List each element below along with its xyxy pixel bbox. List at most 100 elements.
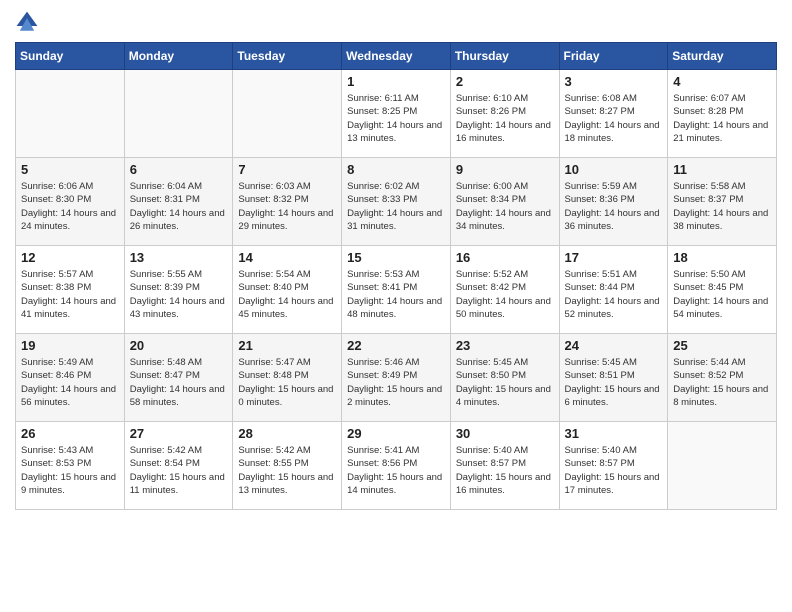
day-info: Sunrise: 5:50 AMSunset: 8:45 PMDaylight:… (673, 268, 771, 321)
weekday-header-monday: Monday (124, 43, 233, 70)
calendar-cell: 28 Sunrise: 5:42 AMSunset: 8:55 PMDayligh… (233, 422, 342, 510)
calendar-cell: 30 Sunrise: 5:40 AMSunset: 8:57 PMDayligh… (450, 422, 559, 510)
calendar-cell: 16 Sunrise: 5:52 AMSunset: 8:42 PMDayligh… (450, 246, 559, 334)
day-info: Sunrise: 5:45 AMSunset: 8:51 PMDaylight:… (565, 356, 663, 409)
calendar-cell: 3Sunrise: 6:08 AMSunset: 8:27 PMDaylight… (559, 70, 668, 158)
day-number: 1 (347, 74, 445, 89)
day-info: Sunrise: 5:44 AMSunset: 8:52 PMDaylight:… (673, 356, 771, 409)
day-info: Sunrise: 5:41 AMSunset: 8:56 PMDaylight:… (347, 444, 445, 497)
calendar-cell: 27 Sunrise: 5:42 AMSunset: 8:54 PMDayligh… (124, 422, 233, 510)
day-number: 4 (673, 74, 771, 89)
calendar-table: SundayMondayTuesdayWednesdayThursdayFrid… (15, 42, 777, 510)
calendar-cell: 9 Sunrise: 6:00 AMSunset: 8:34 PMDaylight… (450, 158, 559, 246)
day-info: Sunrise: 5:40 AMSunset: 8:57 PMDaylight:… (456, 444, 554, 497)
day-number: 11 (673, 162, 771, 177)
day-info: Sunrise: 5:47 AMSunset: 8:48 PMDaylight:… (238, 356, 336, 409)
day-info: Sunrise: 6:10 AMSunset: 8:26 PMDaylight:… (456, 92, 554, 145)
calendar-cell: 18 Sunrise: 5:50 AMSunset: 8:45 PMDayligh… (668, 246, 777, 334)
calendar-cell (233, 70, 342, 158)
calendar-cell: 5Sunrise: 6:06 AMSunset: 8:30 PMDaylight… (16, 158, 125, 246)
calendar-cell: 1 Sunrise: 6:11 AMSunset: 8:25 PMDaylight… (342, 70, 451, 158)
day-number: 12 (21, 250, 119, 265)
calendar-cell: 14 Sunrise: 5:54 AMSunset: 8:40 PMDayligh… (233, 246, 342, 334)
day-number: 14 (238, 250, 336, 265)
day-number: 8 (347, 162, 445, 177)
calendar-cell: 21 Sunrise: 5:47 AMSunset: 8:48 PMDayligh… (233, 334, 342, 422)
day-number: 27 (130, 426, 228, 441)
day-number: 9 (456, 162, 554, 177)
day-info: Sunrise: 5:40 AMSunset: 8:57 PMDaylight:… (565, 444, 663, 497)
calendar-cell: 20 Sunrise: 5:48 AMSunset: 8:47 PMDayligh… (124, 334, 233, 422)
day-info: Sunrise: 6:02 AMSunset: 8:33 PMDaylight:… (347, 180, 445, 233)
calendar-cell (124, 70, 233, 158)
day-number: 18 (673, 250, 771, 265)
calendar-cell: 13Sunrise: 5:55 AMSunset: 8:39 PMDayligh… (124, 246, 233, 334)
day-number: 16 (456, 250, 554, 265)
calendar-week-row: 12 Sunrise: 5:57 AMSunset: 8:38 PMDayligh… (16, 246, 777, 334)
day-number: 20 (130, 338, 228, 353)
calendar-cell: 12 Sunrise: 5:57 AMSunset: 8:38 PMDayligh… (16, 246, 125, 334)
day-info: Sunrise: 5:49 AMSunset: 8:46 PMDaylight:… (21, 356, 119, 409)
day-info: Sunrise: 5:46 AMSunset: 8:49 PMDaylight:… (347, 356, 445, 409)
day-number: 7 (238, 162, 336, 177)
day-info: Sunrise: 5:42 AMSunset: 8:55 PMDaylight:… (238, 444, 336, 497)
day-info: Sunrise: 5:48 AMSunset: 8:47 PMDaylight:… (130, 356, 228, 409)
calendar-week-row: 26 Sunrise: 5:43 AMSunset: 8:53 PMDayligh… (16, 422, 777, 510)
day-info: Sunrise: 6:11 AMSunset: 8:25 PMDaylight:… (347, 92, 445, 145)
day-info: Sunrise: 6:07 AMSunset: 8:28 PMDaylight:… (673, 92, 771, 145)
day-number: 30 (456, 426, 554, 441)
weekday-header-row: SundayMondayTuesdayWednesdayThursdayFrid… (16, 43, 777, 70)
day-info: Sunrise: 5:54 AMSunset: 8:40 PMDaylight:… (238, 268, 336, 321)
weekday-header-tuesday: Tuesday (233, 43, 342, 70)
day-info: Sunrise: 6:00 AMSunset: 8:34 PMDaylight:… (456, 180, 554, 233)
day-number: 26 (21, 426, 119, 441)
day-info: Sunrise: 5:43 AMSunset: 8:53 PMDaylight:… (21, 444, 119, 497)
day-number: 21 (238, 338, 336, 353)
weekday-header-saturday: Saturday (668, 43, 777, 70)
day-info: Sunrise: 5:57 AMSunset: 8:38 PMDaylight:… (21, 268, 119, 321)
day-info: Sunrise: 5:42 AMSunset: 8:54 PMDaylight:… (130, 444, 228, 497)
calendar-cell (668, 422, 777, 510)
logo-icon (15, 10, 39, 34)
page-header (15, 10, 777, 34)
day-number: 19 (21, 338, 119, 353)
logo (15, 10, 43, 34)
calendar-cell: 4 Sunrise: 6:07 AMSunset: 8:28 PMDaylight… (668, 70, 777, 158)
day-number: 13 (130, 250, 228, 265)
day-info: Sunrise: 6:03 AMSunset: 8:32 PMDaylight:… (238, 180, 336, 233)
day-number: 23 (456, 338, 554, 353)
calendar-cell: 22 Sunrise: 5:46 AMSunset: 8:49 PMDayligh… (342, 334, 451, 422)
day-number: 25 (673, 338, 771, 353)
calendar-cell: 7 Sunrise: 6:03 AMSunset: 8:32 PMDaylight… (233, 158, 342, 246)
day-number: 17 (565, 250, 663, 265)
day-number: 24 (565, 338, 663, 353)
calendar-cell: 29Sunrise: 5:41 AMSunset: 8:56 PMDayligh… (342, 422, 451, 510)
day-number: 28 (238, 426, 336, 441)
day-info: Sunrise: 6:08 AMSunset: 8:27 PMDaylight:… (565, 92, 663, 145)
calendar-cell: 24 Sunrise: 5:45 AMSunset: 8:51 PMDayligh… (559, 334, 668, 422)
day-number: 31 (565, 426, 663, 441)
calendar-cell: 17Sunrise: 5:51 AMSunset: 8:44 PMDayligh… (559, 246, 668, 334)
day-info: Sunrise: 5:53 AMSunset: 8:41 PMDaylight:… (347, 268, 445, 321)
day-info: Sunrise: 5:58 AMSunset: 8:37 PMDaylight:… (673, 180, 771, 233)
day-number: 10 (565, 162, 663, 177)
weekday-header-sunday: Sunday (16, 43, 125, 70)
calendar-cell: 26 Sunrise: 5:43 AMSunset: 8:53 PMDayligh… (16, 422, 125, 510)
calendar-week-row: 5Sunrise: 6:06 AMSunset: 8:30 PMDaylight… (16, 158, 777, 246)
day-number: 15 (347, 250, 445, 265)
day-number: 5 (21, 162, 119, 177)
calendar-cell: 23 Sunrise: 5:45 AMSunset: 8:50 PMDayligh… (450, 334, 559, 422)
calendar-week-row: 19 Sunrise: 5:49 AMSunset: 8:46 PMDayligh… (16, 334, 777, 422)
day-info: Sunrise: 5:45 AMSunset: 8:50 PMDaylight:… (456, 356, 554, 409)
day-info: Sunrise: 5:52 AMSunset: 8:42 PMDaylight:… (456, 268, 554, 321)
calendar-cell: 15 Sunrise: 5:53 AMSunset: 8:41 PMDayligh… (342, 246, 451, 334)
day-number: 22 (347, 338, 445, 353)
day-number: 6 (130, 162, 228, 177)
day-info: Sunrise: 6:04 AMSunset: 8:31 PMDaylight:… (130, 180, 228, 233)
weekday-header-thursday: Thursday (450, 43, 559, 70)
calendar-cell: 31 Sunrise: 5:40 AMSunset: 8:57 PMDayligh… (559, 422, 668, 510)
calendar-cell: 6 Sunrise: 6:04 AMSunset: 8:31 PMDaylight… (124, 158, 233, 246)
calendar-cell: 10Sunrise: 5:59 AMSunset: 8:36 PMDayligh… (559, 158, 668, 246)
calendar-cell (16, 70, 125, 158)
calendar-cell: 8 Sunrise: 6:02 AMSunset: 8:33 PMDaylight… (342, 158, 451, 246)
